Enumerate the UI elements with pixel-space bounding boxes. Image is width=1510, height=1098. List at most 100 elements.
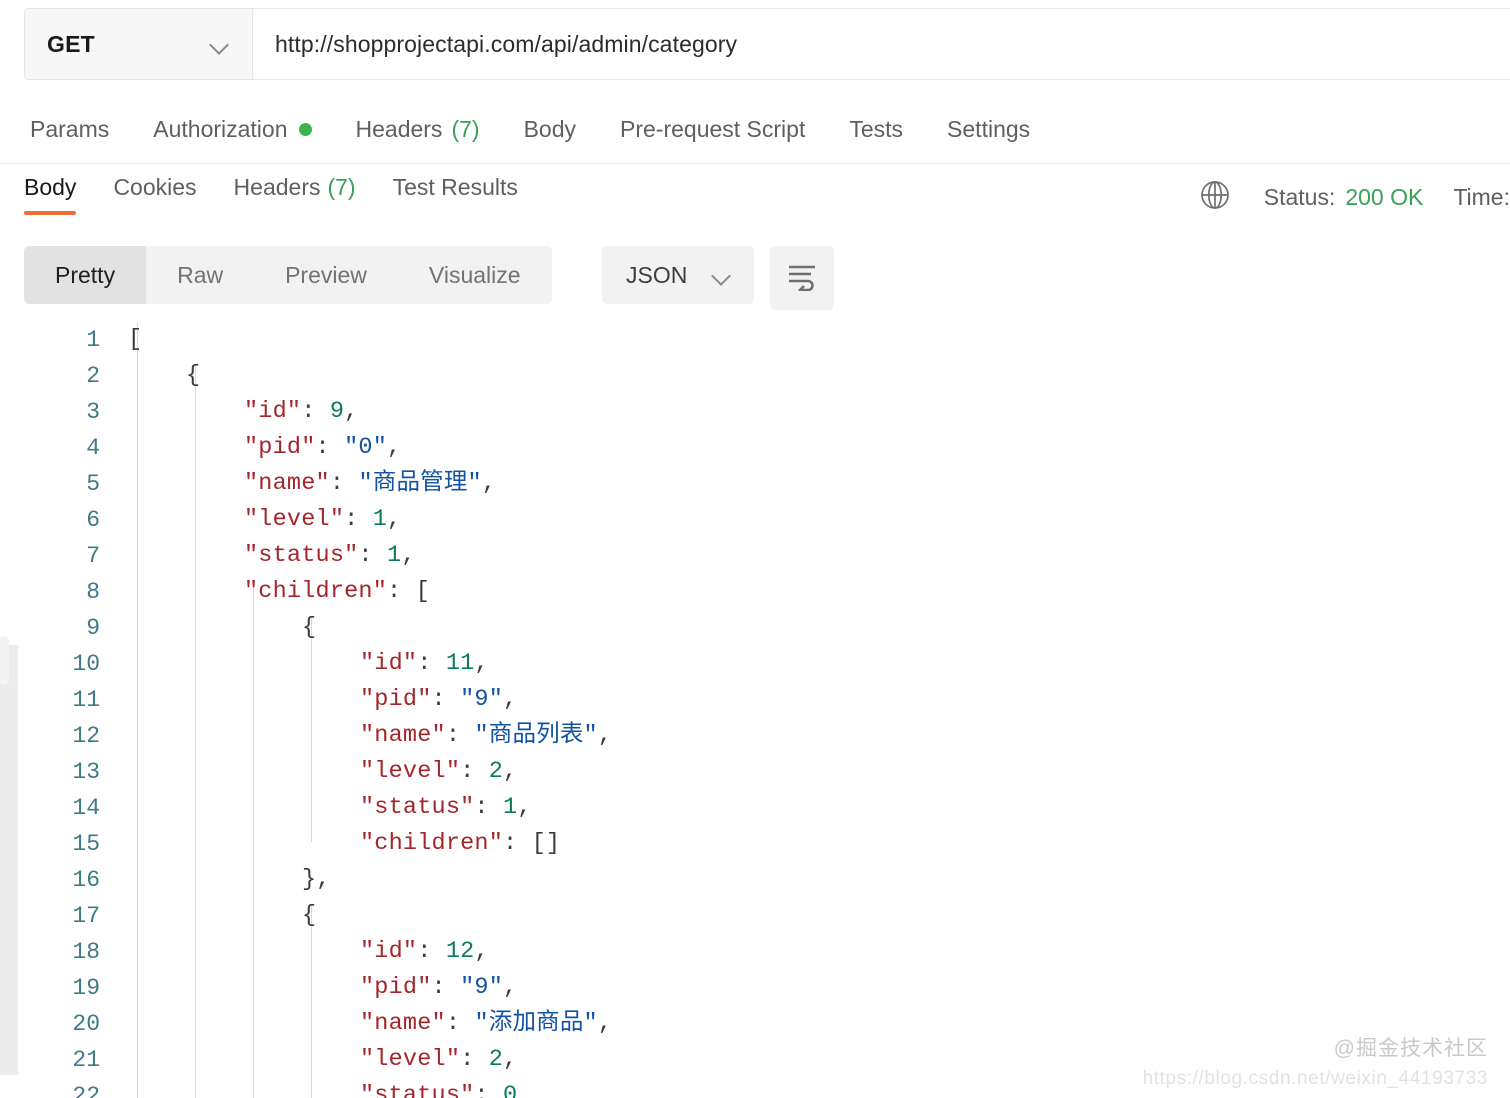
code-token: , [401, 542, 416, 569]
code-token: , [387, 434, 402, 461]
code-token: 0 [503, 1082, 518, 1098]
code-token: "9" [460, 974, 504, 1001]
url-bar-row: GET http://shopprojectapi.com/api/admin/… [0, 0, 1510, 88]
response-tab-body[interactable]: Body [24, 174, 77, 215]
code-line-text: "id": 9, [244, 394, 358, 430]
line-number: 4 [86, 435, 100, 461]
code-token: { [302, 614, 317, 641]
response-tab-label: Cookies [113, 174, 197, 200]
request-tab-label: Headers [355, 116, 443, 142]
code-line: 3 "id": 9, [0, 394, 1510, 430]
code-token: "添加商品" [474, 1010, 598, 1037]
response-view-mode-group: Pretty Raw Preview Visualize [24, 246, 552, 304]
code-token: : [474, 794, 504, 821]
request-tab-settings[interactable]: Settings [947, 116, 1030, 143]
code-line-list: 1[2{3 "id": 9, 4 "pid": "0", 5 "name": "商品管理"… [0, 322, 1510, 1098]
line-number: 8 [86, 579, 100, 605]
code-token: "id" [360, 938, 418, 965]
left-scroll-rail[interactable] [0, 645, 18, 1075]
request-tab-pre-request-script[interactable]: Pre-request Script [620, 116, 805, 143]
code-line-text: "pid": "9", [360, 682, 517, 718]
code-token: : [417, 938, 446, 965]
code-token: : [445, 1010, 475, 1037]
code-token: }, [302, 866, 331, 893]
word-wrap-toggle-button[interactable] [770, 246, 834, 310]
code-line: 7 "status": 1, [0, 538, 1510, 574]
view-mode-pretty[interactable]: Pretty [24, 246, 147, 304]
code-token: { [302, 902, 317, 929]
code-line: 12 "name": "商品列表", [0, 718, 1510, 754]
request-tab-authorization[interactable]: Authorization [153, 116, 312, 143]
code-line-text: { [302, 610, 316, 646]
code-line-text: "status": 0 [360, 1078, 517, 1098]
left-scrollbar-thumb[interactable] [0, 636, 9, 684]
code-line-text: "level": 2, [360, 1042, 517, 1078]
line-number: 6 [86, 507, 100, 533]
code-token: , [474, 650, 489, 677]
code-token: "id" [360, 650, 418, 677]
view-mode-preview[interactable]: Preview [254, 246, 398, 304]
code-line: 19 "pid": "9", [0, 970, 1510, 1006]
response-body-code-viewer[interactable]: 1[2{3 "id": 9, 4 "pid": "0", 5 "name": "商品管理"… [0, 322, 1510, 1098]
view-mode-visualize[interactable]: Visualize [398, 246, 552, 304]
code-token: : [431, 686, 461, 713]
line-number: 3 [86, 399, 100, 425]
code-line-text: "pid": "9", [360, 970, 517, 1006]
code-token: "name" [360, 1010, 446, 1037]
code-token: : [445, 722, 475, 749]
request-tab-params[interactable]: Params [30, 116, 109, 143]
status-value: 200 OK [1345, 184, 1424, 210]
code-token: : [358, 542, 388, 569]
response-tab-cookies[interactable]: Cookies [113, 174, 196, 215]
code-token: "level" [244, 506, 345, 533]
code-line: 11 "pid": "9", [0, 682, 1510, 718]
code-token: 1 [503, 794, 518, 821]
code-token: 12 [445, 938, 475, 965]
code-token: "pid" [244, 434, 316, 461]
code-token: , [503, 1046, 518, 1073]
watermark-handle: @掘金技术社区 [1333, 1037, 1488, 1060]
code-line-text: "name": "商品列表", [360, 718, 612, 754]
code-token: , [597, 1010, 613, 1037]
request-tab-body[interactable]: Body [524, 116, 576, 143]
url-input[interactable]: http://shopprojectapi.com/api/admin/cate… [253, 9, 1510, 79]
response-tab-headers[interactable]: Headers (7) [234, 174, 356, 215]
line-number: 2 [86, 363, 100, 389]
response-format-select[interactable]: JSON [602, 246, 754, 304]
request-tab-headers[interactable]: Headers (7) [356, 116, 480, 143]
url-value: http://shopprojectapi.com/api/admin/cate… [275, 30, 738, 57]
code-token: [ [128, 326, 143, 353]
chevron-down-icon [210, 38, 230, 50]
code-line: 6 "level": 1, [0, 502, 1510, 538]
code-token: "id" [244, 398, 302, 425]
code-line-text: "name": "添加商品", [360, 1006, 612, 1042]
code-token: : [329, 470, 359, 497]
request-tab-tests[interactable]: Tests [849, 116, 903, 143]
code-token: , [503, 758, 518, 785]
code-line-text: "name": "商品管理", [244, 466, 496, 502]
code-token: , [474, 938, 489, 965]
code-line: 17{ [0, 898, 1510, 934]
watermark-url: https://blog.csdn.net/weixin_44193733 [1142, 1068, 1488, 1089]
code-token: : [460, 758, 489, 785]
chevron-down-icon [712, 269, 732, 281]
line-number: 9 [86, 615, 100, 641]
http-method-selector[interactable]: GET [25, 9, 253, 79]
request-tab-label: Body [523, 116, 576, 142]
response-tab-label: Body [24, 174, 77, 200]
code-token: : [344, 506, 373, 533]
code-token: "商品管理" [358, 470, 482, 497]
code-token: , [597, 722, 613, 749]
code-token: "0" [344, 434, 388, 461]
response-tab-test-results[interactable]: Test Results [393, 174, 518, 215]
code-line: 14 "status": 1, [0, 790, 1510, 826]
view-mode-raw[interactable]: Raw [146, 246, 254, 304]
code-token: : [417, 650, 446, 677]
view-mode-label: Raw [177, 261, 224, 288]
code-token: 1 [372, 506, 388, 533]
auth-status-dot-icon [298, 123, 312, 136]
time-label: Time: [1453, 184, 1510, 210]
code-line-text: { [186, 358, 200, 394]
response-format-toolbar: Pretty Raw Preview Visualize JSON [0, 242, 1510, 316]
request-tab-label: Settings [947, 116, 1031, 142]
